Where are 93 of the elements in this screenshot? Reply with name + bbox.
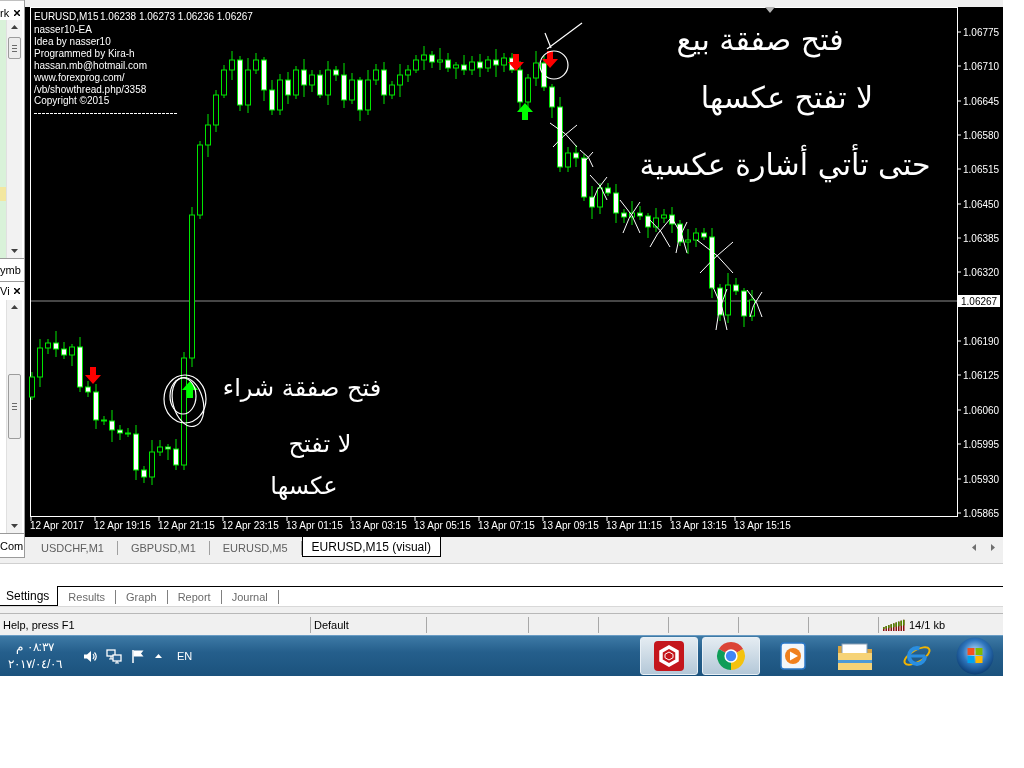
ohlc-values: 1.06238 1.06273 1.06236 1.06267 [100, 11, 253, 22]
panel-tab[interactable]: ymb [0, 264, 21, 276]
time-label: 13 Apr 15:15 [734, 520, 791, 531]
panel-title: Vi [0, 285, 10, 297]
comment-line: www.forexprog.com/ [34, 72, 125, 83]
close-icon[interactable] [14, 288, 20, 294]
scrollbar-thumb[interactable] [8, 37, 21, 59]
time-label: 13 Apr 03:15 [350, 520, 407, 531]
price-label: 1.05995 [963, 439, 1000, 450]
chart-tab[interactable]: USDCHF,M1 [28, 541, 118, 555]
chart-tab[interactable]: GBPUSD,M1 [117, 541, 210, 555]
scrollbar[interactable] [6, 300, 22, 533]
profile-name: Default [314, 618, 349, 631]
price-label: 1.06060 [963, 405, 1000, 416]
comment-line: Programmed by Kira-h [34, 48, 135, 59]
scroll-left-icon[interactable] [972, 544, 976, 551]
folder-icon [837, 641, 873, 671]
time-label: 13 Apr 07:15 [478, 520, 535, 531]
comment-line: nasser10-EA [34, 24, 92, 35]
hand-drawn-cross [746, 289, 763, 318]
price-label: 1.06190 [963, 336, 1000, 347]
price-label: 1.05865 [963, 508, 1000, 519]
flag-icon[interactable] [131, 649, 146, 663]
price-label: 1.06515 [963, 164, 1000, 175]
comment-line: Copyright ©2015 [34, 95, 110, 106]
scroll-up-icon[interactable] [11, 305, 18, 309]
network-icon[interactable] [106, 648, 122, 664]
comment-line: Idea by nasser10 [34, 36, 111, 47]
tester-tab[interactable]: Settings [0, 586, 59, 606]
time-label: 12 Apr 2017 [30, 520, 84, 531]
taskbar-button[interactable] [702, 637, 760, 675]
taskbar-button[interactable] [640, 637, 698, 675]
price-label: 1.06710 [963, 61, 1000, 72]
hand-drawn-cross [712, 286, 728, 331]
time-label: 13 Apr 13:15 [670, 520, 727, 531]
hexagon-logo-icon [654, 641, 684, 671]
scrollbar-thumb[interactable] [8, 374, 21, 439]
comment-line: /vb/showthread.php/3358 [34, 84, 147, 95]
speaker-icon[interactable] [83, 649, 97, 663]
arrow-up-icon [182, 381, 198, 398]
chart-tab[interactable]: EURUSD,M15 (visual) [301, 537, 441, 557]
close-icon[interactable] [14, 10, 20, 16]
arrow-down-icon [542, 51, 558, 68]
hand-drawn-circle [539, 50, 569, 80]
time-label: 12 Apr 19:15 [94, 520, 151, 531]
arrow-down-icon [508, 54, 524, 71]
scroll-up-icon[interactable] [11, 25, 18, 29]
time-label: 13 Apr 05:15 [414, 520, 471, 531]
time-label: 13 Apr 01:15 [286, 520, 343, 531]
hand-drawn-cross [696, 239, 734, 274]
status-text: Help, press F1 [3, 618, 75, 631]
scroll-right-icon[interactable] [991, 544, 995, 551]
price-label: 1.06320 [963, 267, 1000, 278]
caret-up-icon[interactable] [155, 654, 162, 658]
current-price-label: 1.06267 [958, 295, 1000, 307]
panel-title: rk [0, 7, 10, 19]
time-label: 12 Apr 21:15 [158, 520, 215, 531]
tester-tab[interactable]: Journal [221, 590, 279, 604]
hand-drawn-cross [589, 174, 608, 201]
play-icon [780, 642, 806, 670]
price-label: 1.06385 [963, 233, 1000, 244]
time-label: 13 Apr 11:15 [606, 520, 662, 531]
price-label: 1.06645 [963, 96, 1000, 107]
segmented-circle-icon [716, 641, 746, 671]
handwritten-note: فتح صفقة شراء لا تفتح عكسها [222, 374, 382, 500]
chart-tab[interactable]: EURUSD,M5 [209, 541, 302, 555]
price-label: 1.06580 [963, 130, 1000, 141]
time-label: 12 Apr 23:15 [222, 520, 279, 531]
language-indicator[interactable]: EN [177, 650, 193, 662]
price-label: 1.06450 [963, 199, 1000, 210]
handwritten-note: فتح صفقة بيع لا تفتح عكسها حتى تأتي أشارة عكسية [639, 22, 931, 182]
tester-tab[interactable]: Results [58, 590, 117, 604]
hand-drawn-cross [619, 199, 641, 234]
tester-tab[interactable]: Graph [116, 590, 168, 604]
time-label: 13 Apr 09:15 [542, 520, 599, 531]
orb-icon [956, 637, 994, 675]
comment-line: hassan.mb@hotmail.com [34, 60, 147, 71]
scroll-down-icon[interactable] [11, 524, 18, 528]
price-label: 1.05930 [963, 474, 1000, 485]
panel-tab[interactable]: Com [0, 539, 24, 552]
chart-symbol: EURUSD,M15 [34, 11, 99, 22]
clock-date: ٢٠١٧/٠٤/٠٦ [7, 656, 63, 673]
signal-bars-icon [883, 618, 905, 631]
tester-tab[interactable]: Report [167, 590, 222, 604]
hand-drawn-circle [163, 374, 207, 428]
price-label: 1.06775 [963, 27, 1000, 38]
scrollbar[interactable] [6, 20, 22, 258]
clock-time: ٠٨:٣٧ م [16, 639, 54, 656]
traffic-text: 14/1 kb [909, 618, 946, 631]
arrow-down-icon [85, 367, 101, 384]
scroll-down-icon[interactable] [11, 249, 18, 253]
arrow-up-icon [517, 103, 533, 120]
price-label: 1.06125 [963, 370, 1000, 381]
